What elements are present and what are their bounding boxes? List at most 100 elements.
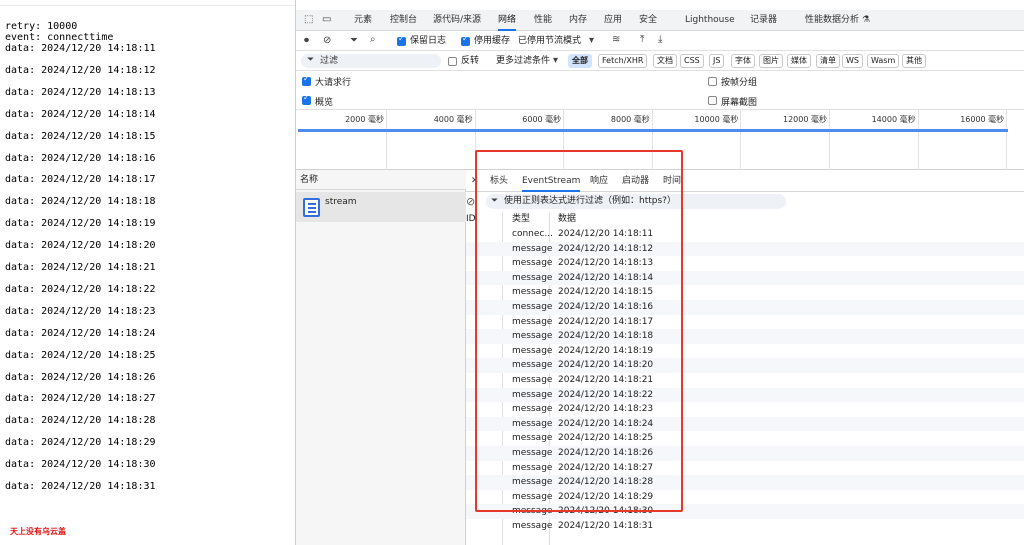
preserve-log-checkbox[interactable] [397,34,406,46]
devtools-tab[interactable]: 记录器 [750,10,777,31]
filter-chip[interactable]: 其他 [902,54,926,68]
devtools-tab[interactable]: 源代码/来源 [433,10,481,31]
filter-chip[interactable]: 字体 [731,54,755,68]
inspect-element-icon[interactable]: ⬚ [304,15,313,25]
large-rows-checkbox[interactable] [302,74,311,86]
screenshots-checkbox[interactable] [708,96,717,105]
col-data-header[interactable]: 数据 [558,212,576,227]
eventstream-filter-input[interactable]: 使用正则表达式进行过滤（例如：https?） [486,194,786,209]
overview-checkbox[interactable] [302,93,311,105]
event-row[interactable]: message 2024/12/20 14:18:26 [466,446,1024,461]
group-by-frame-checkbox[interactable] [708,77,717,86]
event-row[interactable]: message 2024/12/20 14:18:16 [466,300,1024,315]
clear-events-icon[interactable]: ⊘ [466,195,475,208]
event-data: 2024/12/20 14:18:16 [558,302,654,312]
event-row[interactable]: message 2024/12/20 14:18:20 [466,358,1024,373]
event-row[interactable]: message 2024/12/20 14:18:15 [466,285,1024,300]
event-row[interactable]: message 2024/12/20 14:18:19 [466,344,1024,359]
search-icon[interactable]: ⌕ [370,35,376,45]
filter-chip[interactable]: Fetch/XHR [598,54,648,68]
event-data: 2024/12/20 14:18:20 [558,360,654,371]
devtools-tab[interactable]: Lighthouse [685,10,735,31]
event-row[interactable]: message 2024/12/20 14:18:29 [466,490,1024,505]
timeline-overview[interactable]: 2000 毫秒 4000 毫秒 6000 毫秒 8000 毫秒 10000 毫秒 1200… [296,109,1024,171]
event-row[interactable]: message 2024/12/20 14:18:12 [466,241,1024,257]
throttling-select[interactable]: 已停用节流模式 [518,31,581,51]
chevron-down-icon[interactable]: ▾ [589,36,594,46]
data-line: data: 2024/12/20 14:18:23 [5,305,156,317]
filter-chip[interactable]: 清单 [816,54,840,68]
record-icon[interactable]: ⏺ [304,36,309,46]
devtools-tab[interactable]: 应用 [604,10,622,31]
event-row[interactable]: message 2024/12/20 14:18:25 [466,431,1024,446]
filter-chip[interactable]: WS [842,54,863,68]
filter-input[interactable]: 过滤 [301,54,441,68]
timeline-gridline [1006,110,1008,171]
event-row[interactable]: message 2024/12/20 14:18:28 [466,475,1024,490]
filter-chip[interactable]: 全部 [568,54,592,68]
event-row[interactable]: message 2024/12/20 14:18:24 [466,416,1024,432]
event-row[interactable]: message 2024/12/20 14:18:27 [466,461,1024,476]
devtools-tab[interactable]: 安全 [639,10,657,31]
detail-tab[interactable]: 时间 [663,170,681,192]
devtools-tab[interactable]: 内存 [569,10,587,31]
export-har-icon[interactable]: ⤓ [658,35,662,45]
detail-tab[interactable]: 标头 [490,170,508,192]
request-row-stream[interactable]: stream [296,192,466,222]
timeline-tick-label: 8000 毫秒 [610,115,650,124]
devtools-tab[interactable]: 网络 [498,10,517,31]
event-row[interactable]: message 2024/12/20 14:18:30 [466,504,1024,519]
more-filters-dropdown[interactable]: 更多过滤条件 [496,51,550,71]
col-id-header[interactable]: ID [466,212,476,227]
devtools-tab[interactable]: 性能数据分析 ⚗ [805,10,870,31]
devtools-tab[interactable]: 控制台 [390,10,417,31]
filter-chip[interactable]: CSS [680,54,704,68]
filter-chip[interactable]: 图片 [759,54,783,68]
invert-checkbox[interactable] [448,57,457,66]
name-column-header[interactable]: 名称 [296,170,466,190]
more-filters-chevron-icon[interactable]: ▾ [553,56,558,66]
event-data: 2024/12/20 14:18:29 [558,491,654,502]
devtools-panel: ⬚ ▭ 元素 控制台 源代码/来源 网络 性能 内存 应用 安全 Lighthouse 记录器 性能… [295,0,1024,545]
filter-chip[interactable]: Wasm [867,54,900,68]
event-row[interactable]: message 2024/12/20 14:18:23 [466,402,1024,417]
timeline-tick-label: 14000 毫秒 [871,115,916,124]
detail-tab[interactable]: 启动器 [622,170,649,192]
event-data: 2024/12/20 14:18:14 [558,272,654,283]
clear-icon[interactable]: ⊘ [323,36,331,46]
event-data: 2024/12/20 14:18:27 [558,462,654,473]
detail-tab[interactable]: EventStream [522,170,581,192]
event-row[interactable]: connec... 2024/12/20 14:18:11 [466,227,1024,242]
close-detail-icon[interactable]: ✕ [471,170,479,192]
filter-chip[interactable]: 文档 [653,54,677,68]
filter-icon[interactable]: ⏷ [350,36,358,46]
import-har-icon[interactable]: ⤒ [640,35,644,45]
devtools-tabbar: ⬚ ▭ 元素 控制台 源代码/来源 网络 性能 内存 应用 安全 Lighthouse 记录器 性能… [296,10,1024,31]
event-row[interactable]: message 2024/12/20 14:18:22 [466,387,1024,403]
disable-cache-checkbox[interactable] [461,34,470,46]
event-row[interactable]: message 2024/12/20 14:18:21 [466,373,1024,388]
timeline-tick-label: 4000 毫秒 [433,115,473,124]
data-line: data: 2024/12/20 14:18:19 [5,218,156,230]
data-line: data: 2024/12/20 14:18:14 [5,108,156,120]
device-toolbar-icon[interactable]: ▭ [322,15,331,25]
timeline-tick-label: 16000 毫秒 [960,115,1005,124]
event-row[interactable]: message 2024/12/20 14:18:18 [466,329,1024,344]
event-type: message [512,448,553,458]
event-row[interactable]: message 2024/12/20 14:18:17 [466,315,1024,330]
filter-chip[interactable]: JS [709,54,725,68]
filter-chip[interactable]: 媒体 [787,54,811,68]
data-line: data: 2024/12/20 14:18:25 [5,349,156,361]
event-row[interactable]: message 2024/12/20 14:18:14 [466,270,1024,286]
col-type-header[interactable]: 类型 [512,212,530,227]
detail-tab[interactable]: 响应 [590,170,608,192]
event-type: message [512,316,553,327]
devtools-tab[interactable]: 元素 [354,10,372,31]
devtools-tab[interactable]: 性能 [534,10,552,31]
network-conditions-icon[interactable]: ≋ [612,35,620,45]
event-data: 2024/12/20 14:18:22 [558,389,654,400]
event-data: 2024/12/20 14:18:23 [558,404,654,415]
event-type: message [512,345,553,356]
event-row[interactable]: message 2024/12/20 14:18:13 [466,256,1024,271]
event-row[interactable]: message 2024/12/20 14:18:31 [466,519,1024,534]
